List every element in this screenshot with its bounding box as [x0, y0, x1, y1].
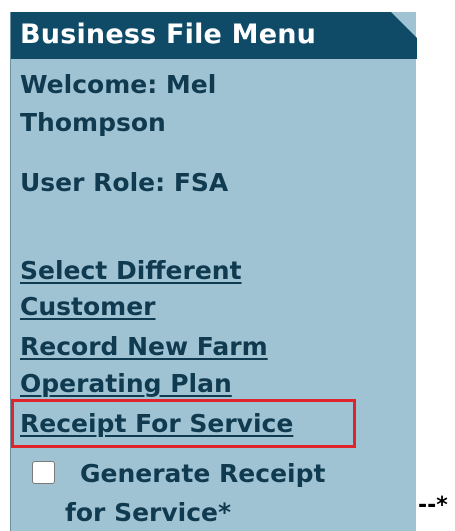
record-new-farm-operating-plan-link[interactable]: Record New Farm	[20, 328, 268, 365]
trailing-marker: --*	[418, 493, 448, 518]
generate-receipt-checkbox[interactable]	[32, 461, 55, 484]
select-different-customer-link-continued[interactable]: Customer	[20, 288, 156, 325]
select-different-customer-link[interactable]: Select Different	[20, 252, 242, 289]
user-role-label: User Role: FSA	[20, 168, 229, 197]
welcome-user-name: Thompson	[20, 108, 166, 137]
receipt-for-service-link[interactable]: Receipt For Service	[20, 405, 293, 442]
generate-receipt-label-continued: for Service*	[65, 498, 232, 527]
menu-title: Business File Menu	[20, 19, 317, 50]
welcome-label: Welcome: Mel	[20, 70, 217, 99]
business-file-menu: Business File Menu Welcome: Mel Thompson…	[10, 12, 417, 531]
menu-header: Business File Menu	[11, 12, 417, 59]
record-new-farm-operating-plan-link-continued[interactable]: Operating Plan	[20, 365, 232, 402]
generate-receipt-label: Generate Receipt	[80, 459, 326, 488]
